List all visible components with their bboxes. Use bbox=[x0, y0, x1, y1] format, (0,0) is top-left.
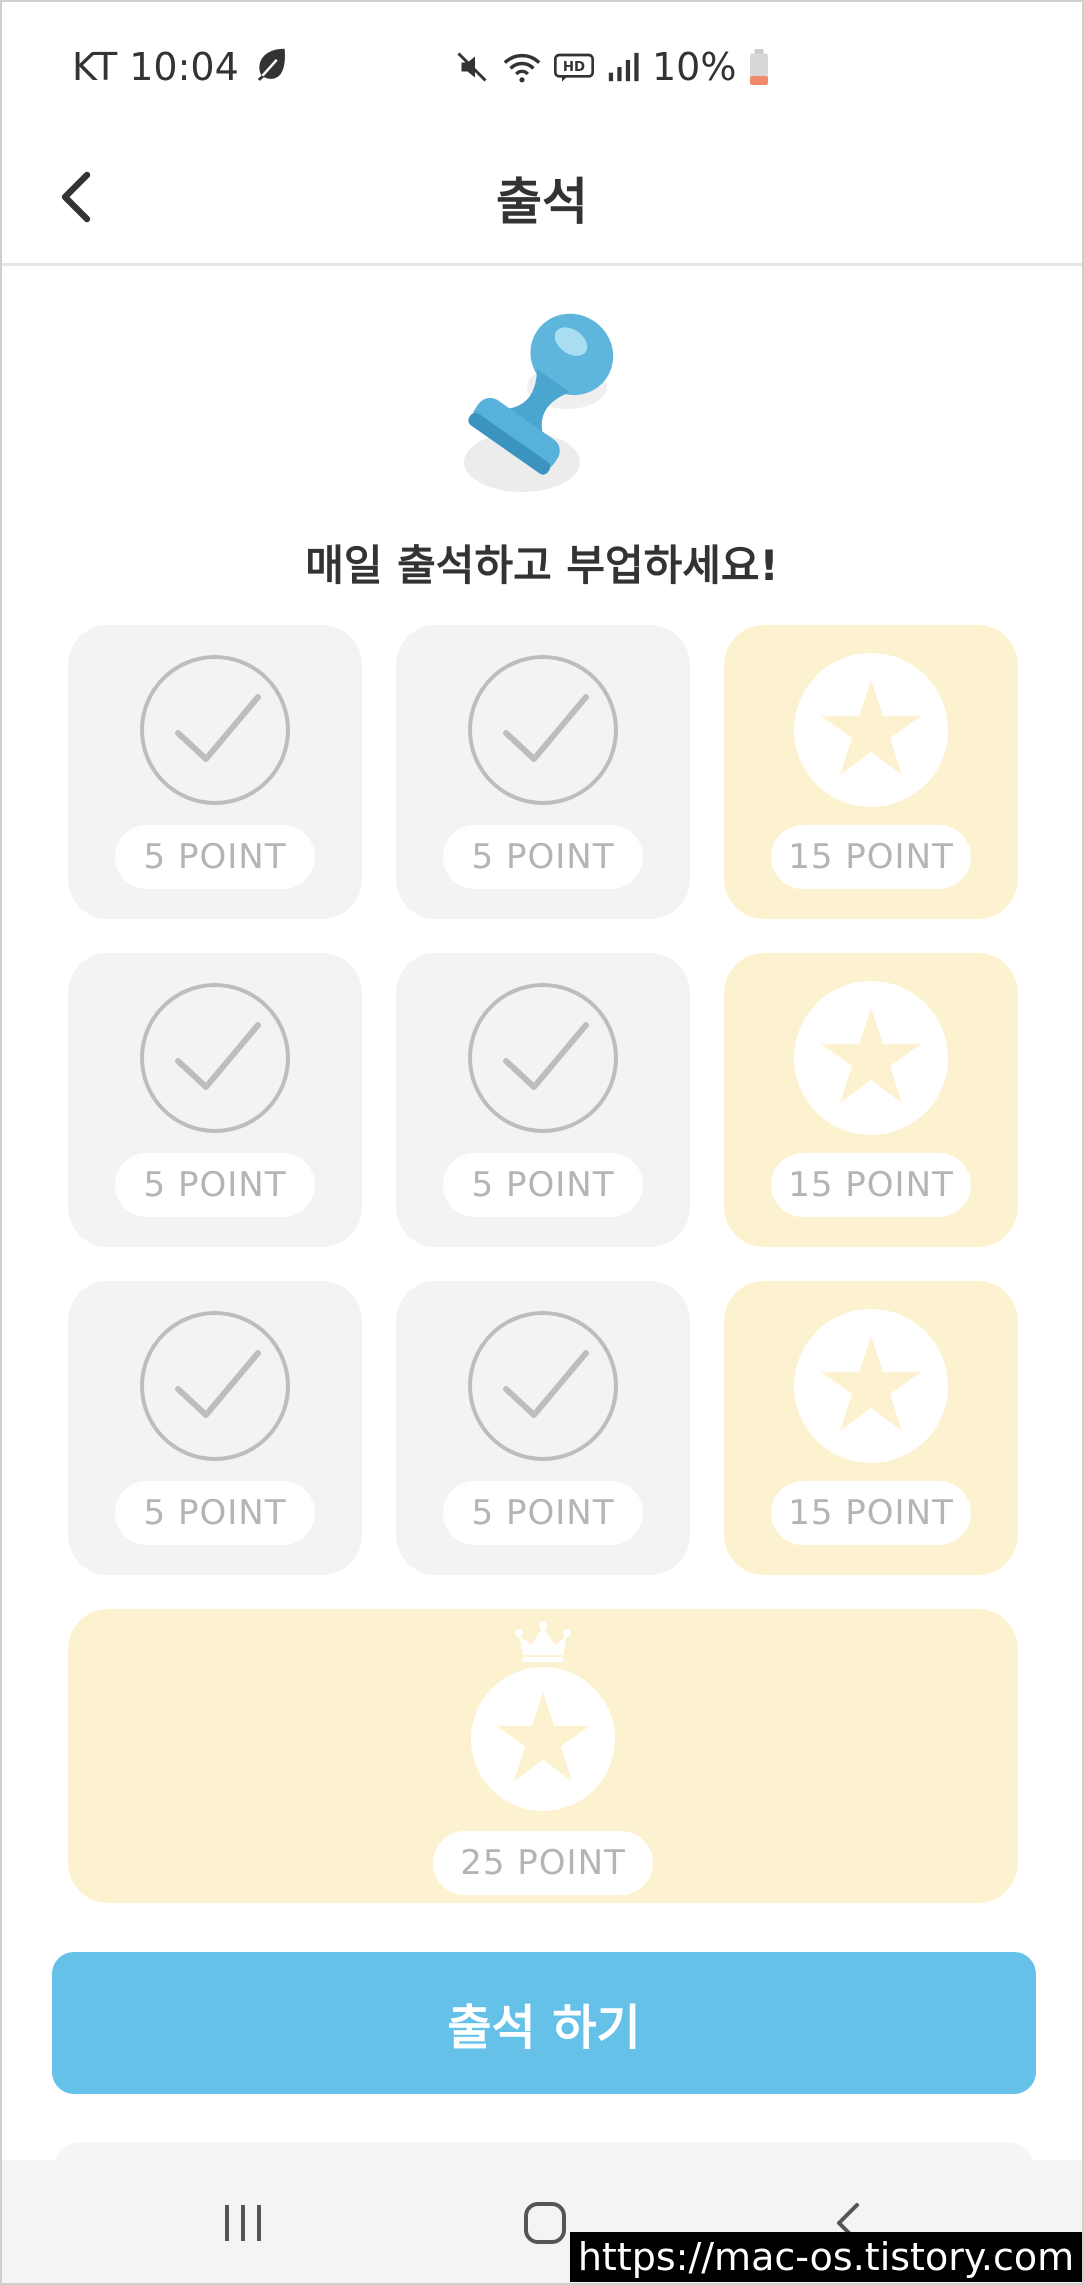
check-circle-icon bbox=[140, 983, 290, 1133]
bonus-day-card[interactable]: 15 POINT bbox=[724, 625, 1018, 919]
stamp-icon bbox=[442, 297, 642, 517]
back-button[interactable] bbox=[42, 162, 112, 232]
leaf-icon bbox=[253, 44, 291, 91]
home-icon bbox=[524, 2202, 566, 2244]
mute-icon bbox=[454, 49, 490, 85]
day-card[interactable]: 5 POINT bbox=[68, 953, 362, 1247]
point-label: 15 POINT bbox=[771, 1153, 971, 1217]
point-label: 5 POINT bbox=[443, 1153, 643, 1217]
star-icon bbox=[471, 1667, 615, 1811]
wifi-icon bbox=[502, 49, 542, 85]
point-label: 5 POINT bbox=[443, 825, 643, 889]
battery-low-icon bbox=[748, 49, 770, 85]
star-icon bbox=[794, 653, 948, 807]
point-label: 5 POINT bbox=[443, 1481, 643, 1545]
signal-icon bbox=[606, 50, 640, 84]
final-reward-card[interactable]: 25 POINT bbox=[68, 1609, 1018, 1903]
battery-percent: 10% bbox=[652, 45, 737, 89]
recent-apps-icon bbox=[225, 2205, 261, 2241]
check-circle-icon bbox=[140, 1311, 290, 1461]
point-label: 15 POINT bbox=[771, 825, 971, 889]
bonus-day-card[interactable]: 15 POINT bbox=[724, 1281, 1018, 1575]
bonus-day-card[interactable]: 15 POINT bbox=[724, 953, 1018, 1247]
point-label: 5 POINT bbox=[115, 1153, 315, 1217]
point-label: 15 POINT bbox=[771, 1481, 971, 1545]
star-icon bbox=[794, 1309, 948, 1463]
hd-voice-icon: HD bbox=[554, 50, 594, 84]
status-bar: KT 10:04 HD 10% bbox=[2, 2, 1082, 132]
headline: 매일 출석하고 부업하세요! bbox=[305, 541, 779, 590]
check-circle-icon bbox=[468, 1311, 618, 1461]
check-circle-icon bbox=[468, 983, 618, 1133]
svg-text:HD: HD bbox=[563, 60, 585, 75]
app-bar: 출석 bbox=[2, 132, 1082, 266]
point-label: 5 POINT bbox=[115, 1481, 315, 1545]
point-label: 5 POINT bbox=[115, 825, 315, 889]
star-icon bbox=[794, 981, 948, 1135]
final-point-label: 25 POINT bbox=[433, 1831, 653, 1895]
carrier-time: KT 10:04 bbox=[72, 45, 239, 89]
page-title: 출석 bbox=[496, 172, 588, 231]
attendance-grid: 5 POINT 5 POINT 15 POINT 5 POINT 5 POINT… bbox=[68, 625, 1018, 1575]
status-left: KT 10:04 bbox=[72, 44, 291, 91]
watermark: https://mac-os.tistory.com bbox=[570, 2232, 1082, 2282]
recent-apps-button[interactable] bbox=[208, 2188, 278, 2258]
check-circle-icon bbox=[140, 655, 290, 805]
attend-button[interactable]: 출석 하기 bbox=[52, 1952, 1036, 2094]
day-card[interactable]: 5 POINT bbox=[396, 625, 690, 919]
day-card[interactable]: 5 POINT bbox=[68, 1281, 362, 1575]
crown-icon bbox=[515, 1621, 571, 1662]
day-card[interactable]: 5 POINT bbox=[396, 953, 690, 1247]
day-card[interactable]: 5 POINT bbox=[68, 625, 362, 919]
day-card[interactable]: 5 POINT bbox=[396, 1281, 690, 1575]
chevron-left-icon bbox=[61, 171, 91, 223]
check-circle-icon bbox=[468, 655, 618, 805]
status-right: HD 10% bbox=[454, 2, 770, 132]
